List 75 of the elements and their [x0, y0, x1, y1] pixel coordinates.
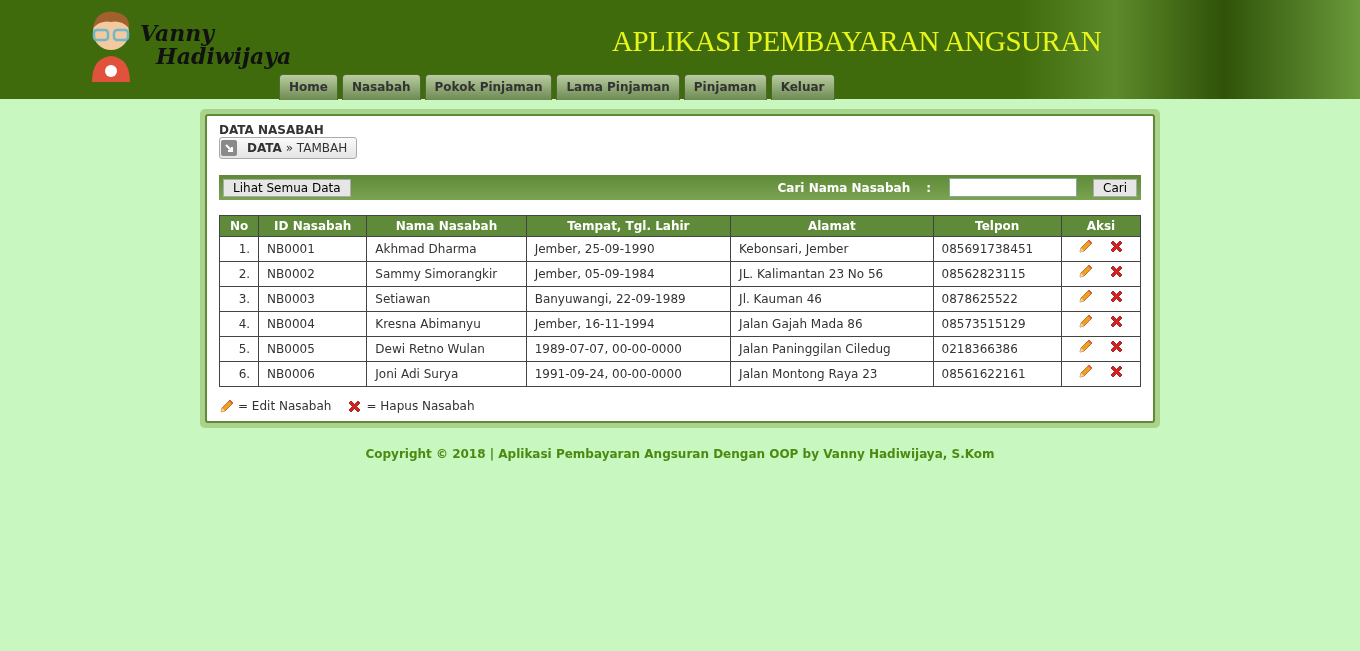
nav-tab[interactable]: Pokok Pinjaman: [424, 74, 553, 100]
table-cell: 1.: [219, 236, 259, 262]
table-cell: Jember, 25-09-1990: [526, 236, 731, 262]
nav-tab[interactable]: Pinjaman: [683, 74, 767, 100]
pencil-icon[interactable]: [1077, 239, 1093, 254]
pencil-icon[interactable]: [1077, 339, 1093, 354]
footer-copyright: Copyright © 2018 | Aplikasi Pembayaran Angsuran Dengan OOP by Vanny Hadiwijaya, S.Kom: [364, 446, 996, 463]
table-cell: 0218366386: [933, 336, 1062, 362]
search-label: Cari Nama Nasabah: [777, 179, 911, 197]
pencil-icon[interactable]: [1077, 264, 1093, 279]
table-cell: Jember, 16-11-1994: [526, 311, 731, 337]
table-cell: NB0003: [258, 286, 367, 312]
nav-tab[interactable]: Keluar: [770, 74, 835, 100]
pencil-icon[interactable]: [1077, 314, 1093, 329]
table-cell: 0878625522: [933, 286, 1062, 312]
table-cell: Kresna Abimanyu: [366, 311, 527, 337]
pencil-icon: [219, 398, 234, 414]
table-cell: 6.: [219, 361, 259, 387]
table-cell: 08561622161: [933, 361, 1062, 387]
column-header: Nama Nasabah: [366, 215, 527, 237]
table-cell: NB0005: [258, 336, 367, 362]
table-cell: 08562823115: [933, 261, 1062, 287]
table-cell: Joni Adi Surya: [366, 361, 527, 387]
table-cell: 5.: [219, 336, 259, 362]
nav-tab[interactable]: Lama Pinjaman: [556, 74, 680, 100]
search-colon: :: [926, 179, 931, 197]
column-header: Telpon: [933, 215, 1062, 237]
table-cell: Jalan Paninggilan Ciledug: [730, 336, 934, 362]
column-header: Alamat: [730, 215, 934, 237]
breadcrumb[interactable]: DATA » TAMBAH: [219, 137, 358, 159]
table-cell: NB0006: [258, 361, 367, 387]
delete-icon: [347, 398, 363, 414]
table-cell: Jalan Montong Raya 23: [730, 361, 934, 387]
table-cell: Setiawan: [366, 286, 527, 312]
column-header: ID Nasabah: [258, 215, 367, 237]
show-all-button[interactable]: Lihat Semua Data: [223, 178, 351, 197]
table-cell: 2.: [219, 261, 259, 287]
delete-icon[interactable]: [1108, 289, 1124, 304]
delete-icon[interactable]: [1108, 339, 1124, 354]
table-cell: Banyuwangi, 22-09-1989: [526, 286, 731, 312]
table-cell: Akhmad Dharma: [366, 236, 527, 262]
table-cell: JL. Kalimantan 23 No 56: [730, 261, 934, 287]
nav-tab[interactable]: Nasabah: [341, 74, 421, 100]
table-cell: 1991-09-24, 00-00-0000: [526, 361, 731, 387]
table-cell: 08573515129: [933, 311, 1062, 337]
legend-text: = Edit Nasabah: [238, 398, 332, 415]
table-cell: 085691738451: [933, 236, 1062, 262]
table-cell: NB0002: [258, 261, 367, 287]
column-header: No: [219, 215, 259, 237]
table-cell: Kebonsari, Jember: [730, 236, 934, 262]
pencil-icon[interactable]: [1077, 364, 1093, 379]
pencil-icon[interactable]: [1077, 289, 1093, 304]
search-field[interactable]: [949, 178, 1077, 197]
table-cell: NB0004: [258, 311, 367, 337]
table-cell: 3.: [219, 286, 259, 312]
column-header: Aksi: [1061, 215, 1141, 237]
column-header: Tempat, Tgl. Lahir: [526, 215, 731, 237]
breadcrumb-text: DATA » TAMBAH: [247, 140, 348, 157]
nav-tab[interactable]: Home: [279, 74, 338, 100]
delete-icon[interactable]: [1108, 314, 1124, 329]
table-cell: Dewi Retno Wulan: [366, 336, 527, 362]
delete-icon[interactable]: [1108, 239, 1124, 254]
table-cell: NB0001: [258, 236, 367, 262]
table-cell: 4.: [219, 311, 259, 337]
table-cell: 1989-07-07, 00-00-0000: [526, 336, 731, 362]
delete-icon[interactable]: [1108, 264, 1124, 279]
legend-text: = Hapus Nasabah: [366, 398, 475, 415]
table-cell: Jember, 05-09-1984: [526, 261, 731, 287]
table-cell: Jalan Gajah Mada 86: [730, 311, 934, 337]
app-title: APLIKASI PEMBAYARAN ANGSURAN: [612, 24, 1102, 59]
page-title: DATA NASABAH: [219, 124, 325, 137]
table-cell: Sammy Simorangkir: [366, 261, 527, 287]
delete-icon[interactable]: [1108, 364, 1124, 379]
table-cell: Jl. Kauman 46: [730, 286, 934, 312]
search-button[interactable]: Cari: [1093, 178, 1137, 197]
